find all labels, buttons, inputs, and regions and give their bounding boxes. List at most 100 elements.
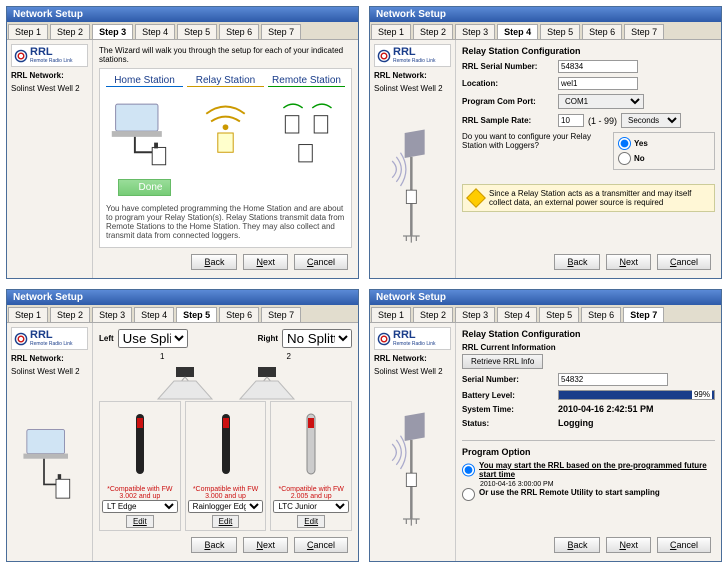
- logger-2-type-select[interactable]: Rainlogger Edge: [188, 500, 264, 513]
- cancel-button[interactable]: Cancel: [294, 537, 348, 553]
- rrl-logo: RRLRemote Radio Link: [374, 44, 451, 67]
- tab-step6[interactable]: Step 6: [219, 24, 259, 39]
- tab-step1[interactable]: Step 1: [8, 307, 48, 322]
- cancel-button[interactable]: Cancel: [657, 254, 711, 270]
- start-remote-utility-radio[interactable]: [462, 488, 475, 501]
- next-button[interactable]: Next: [243, 537, 288, 553]
- tab-step7[interactable]: Step 7: [623, 307, 664, 322]
- serial-label: Serial Number:: [462, 375, 554, 384]
- logger-2-edit-button[interactable]: Edit: [212, 515, 240, 528]
- rrl-logo: RRLRemote Radio Link: [11, 327, 88, 350]
- tab-step7[interactable]: Step 7: [261, 24, 301, 39]
- back-button[interactable]: Back: [191, 254, 237, 270]
- tab-step4[interactable]: Step 4: [497, 307, 537, 322]
- location-label: Location:: [462, 79, 554, 88]
- home-station-side-illustration: [11, 380, 88, 557]
- retrieve-info-button[interactable]: Retrieve RRL Info: [462, 354, 543, 369]
- right-count: 2: [287, 352, 291, 361]
- tab-step3[interactable]: Step 3: [455, 307, 495, 322]
- battery-bar: 99%: [558, 390, 715, 400]
- next-button[interactable]: Next: [243, 254, 288, 270]
- tab-step2[interactable]: Step 2: [413, 307, 453, 322]
- tab-step7[interactable]: Step 7: [261, 307, 301, 322]
- configure-loggers-question: Do you want to configure your Relay Stat…: [462, 132, 609, 150]
- group-title: Relay Station Configuration: [462, 329, 715, 339]
- logger-3-type-select[interactable]: LTC Junior: [273, 500, 349, 513]
- back-button[interactable]: Back: [554, 254, 600, 270]
- tab-step3[interactable]: Step 3: [92, 307, 132, 322]
- logger-col-1: *Compatible with FW 3.002 and up LT Edge…: [99, 401, 181, 531]
- tab-step5[interactable]: Step 5: [540, 24, 580, 39]
- network-label: RRL Network:: [374, 354, 451, 363]
- network-name: Solinst West Well 2: [374, 367, 451, 376]
- logger-3-compat: *Compatible with FW 2.005 and up: [273, 486, 349, 500]
- serial-input[interactable]: [558, 373, 668, 386]
- tab-step4[interactable]: Step 4: [134, 307, 174, 322]
- tab-step6[interactable]: Step 6: [581, 307, 621, 322]
- back-button[interactable]: Back: [554, 537, 600, 553]
- tab-step2[interactable]: Step 2: [50, 307, 90, 322]
- battery-label: Battery Level:: [462, 391, 554, 400]
- tab-step5[interactable]: Step 5: [177, 24, 217, 39]
- loggers-yes-radio[interactable]: [618, 137, 631, 150]
- logger-col-2: *Compatible with FW 3.000 and up Rainlog…: [185, 401, 267, 531]
- tab-step6[interactable]: Step 6: [582, 24, 622, 39]
- warning-text: Since a Relay Station acts as a transmit…: [489, 189, 708, 207]
- step-tabs: Step 1 Step 2 Step 3 Step 4 Step 5 Step …: [7, 22, 358, 40]
- network-name: Solinst West Well 2: [11, 84, 88, 93]
- relay-station-side-illustration: [374, 380, 451, 557]
- sidebar: RRLRemote Radio Link RRL Network: Solins…: [7, 40, 93, 278]
- rrl-logo: RRLRemote Radio Link: [11, 44, 88, 67]
- network-label: RRL Network:: [11, 354, 88, 363]
- opt1-text: You may start the RRL based on the pre-p…: [479, 461, 715, 479]
- network-label: RRL Network:: [11, 71, 88, 80]
- title-bar: Network Setup: [370, 7, 721, 22]
- title-bar: Network Setup: [7, 290, 358, 305]
- cancel-button[interactable]: Cancel: [294, 254, 348, 270]
- right-splitter-select[interactable]: No Splitter: [282, 329, 352, 348]
- done-button[interactable]: Done: [118, 179, 172, 196]
- loggers-no-radio[interactable]: [618, 152, 631, 165]
- rrl-logo: RRLRemote Radio Link: [374, 327, 451, 350]
- next-button[interactable]: Next: [606, 254, 651, 270]
- comport-select[interactable]: COM1: [558, 94, 644, 109]
- group-title: Relay Station Configuration: [462, 46, 715, 56]
- logger-1-type-select[interactable]: LT Edge: [102, 500, 178, 513]
- tab-step3[interactable]: Step 3: [455, 24, 495, 39]
- tab-step1[interactable]: Step 1: [371, 24, 411, 39]
- tab-step4[interactable]: Step 4: [135, 24, 175, 39]
- opt2-text: Or use the RRL Remote Utility to start s…: [479, 488, 660, 501]
- tab-step2[interactable]: Step 2: [413, 24, 453, 39]
- tab-step3[interactable]: Step 3: [92, 24, 133, 39]
- tab-step5[interactable]: Step 5: [539, 307, 579, 322]
- logger-2-illustration: [218, 404, 234, 486]
- logger-1-edit-button[interactable]: Edit: [126, 515, 154, 528]
- sidebar: RRLRemote Radio Link RRL Network: Solins…: [7, 323, 93, 561]
- relay-station-side-illustration: [374, 97, 451, 274]
- network-name: Solinst West Well 2: [374, 84, 451, 93]
- tab-step1[interactable]: Step 1: [8, 24, 48, 39]
- tab-step2[interactable]: Step 2: [50, 24, 90, 39]
- network-setup-dialog-step7: Network Setup Step 1 Step 2 Step 3 Step …: [369, 289, 722, 562]
- start-preprogrammed-radio[interactable]: [462, 461, 475, 479]
- location-input[interactable]: [558, 77, 638, 90]
- serial-input[interactable]: [558, 60, 638, 73]
- next-button[interactable]: Next: [606, 537, 651, 553]
- back-button[interactable]: Back: [191, 537, 237, 553]
- home-station-title: Home Station: [106, 75, 183, 87]
- samplerate-unit-select[interactable]: Seconds: [621, 113, 681, 128]
- tab-step7[interactable]: Step 7: [624, 24, 664, 39]
- samplerate-input[interactable]: [558, 114, 584, 127]
- left-label: Left: [99, 334, 114, 343]
- tab-step1[interactable]: Step 1: [371, 307, 411, 322]
- title-bar: Network Setup: [370, 290, 721, 305]
- tab-step5[interactable]: Step 5: [176, 307, 217, 322]
- step-tabs: Step 1 Step 2 Step 3 Step 4 Step 5 Step …: [370, 305, 721, 323]
- logger-3-edit-button[interactable]: Edit: [297, 515, 325, 528]
- left-splitter-select[interactable]: Use Splitter: [118, 329, 188, 348]
- network-setup-dialog-step3: Network Setup Step 1 Step 2 Step 3 Step …: [6, 6, 359, 279]
- tab-step6[interactable]: Step 6: [219, 307, 259, 322]
- logger-3-illustration: [303, 404, 319, 486]
- tab-step4[interactable]: Step 4: [497, 24, 538, 39]
- cancel-button[interactable]: Cancel: [657, 537, 711, 553]
